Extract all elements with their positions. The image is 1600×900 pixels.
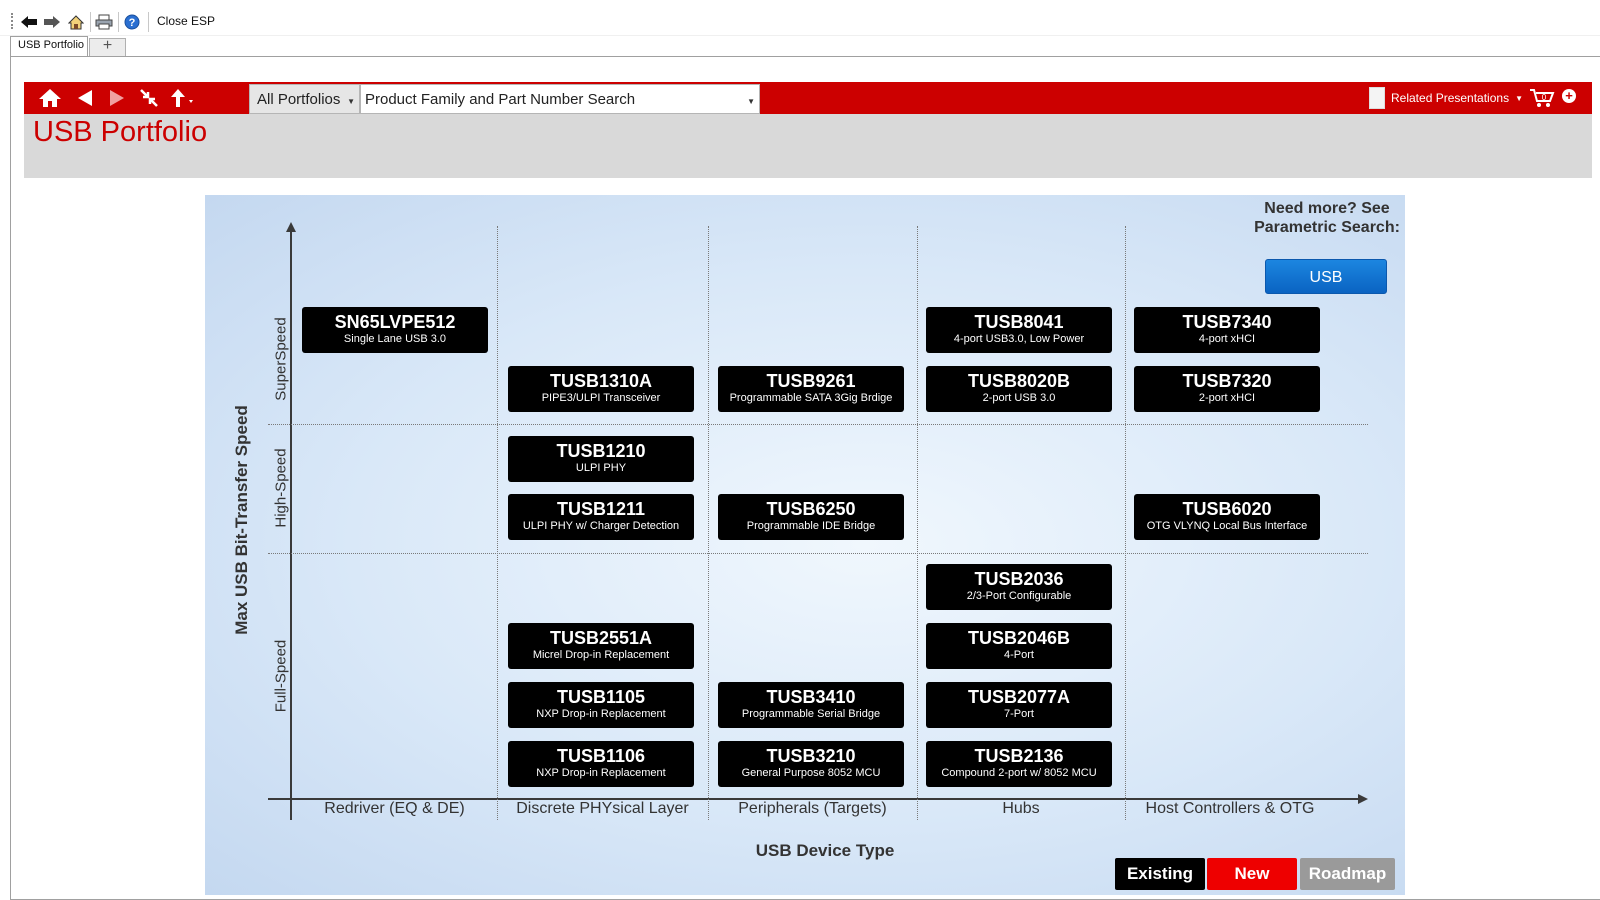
part-tusb2077a[interactable]: TUSB2077A 7-Port	[926, 682, 1112, 728]
related-presentations-menu[interactable]: Related Presentations ▼	[1369, 86, 1523, 110]
x-axis-arrow	[1358, 794, 1368, 804]
part-tusb3410[interactable]: TUSB3410 Programmable Serial Bridge	[718, 682, 904, 728]
row-divider	[268, 424, 1368, 425]
toolbar-grip	[11, 13, 13, 29]
column-divider	[1125, 226, 1126, 820]
toolbar-separator	[90, 12, 91, 32]
page-title: USB Portfolio	[33, 116, 208, 148]
cart-count: 0	[1542, 93, 1547, 102]
new-tab-button[interactable]: +	[89, 38, 126, 56]
part-tusb2136[interactable]: TUSB2136 Compound 2-port w/ 8052 MCU	[926, 741, 1112, 787]
y-axis-arrow	[286, 222, 296, 232]
back-arrow-icon[interactable]	[74, 86, 96, 110]
part-tusb2036[interactable]: TUSB2036 2/3-Port Configurable	[926, 564, 1112, 610]
help-icon[interactable]: ?	[122, 12, 142, 32]
column-label-phy: Discrete PHYsical Layer	[516, 800, 689, 817]
top-toolbar: ? Close ESP	[0, 0, 1600, 36]
chevron-down-icon: ▼	[347, 97, 355, 106]
column-divider	[497, 226, 498, 820]
x-axis-title: USB Device Type	[755, 841, 895, 860]
part-tusb1310a[interactable]: TUSB1310A PIPE3/ULPI Transceiver	[508, 366, 694, 412]
part-tusb8041[interactable]: TUSB8041 4-port USB3.0, Low Power	[926, 307, 1112, 353]
column-label-peripherals: Peripherals (Targets)	[738, 800, 887, 817]
part-tusb2551a[interactable]: TUSB2551A Micrel Drop-in Replacement	[508, 623, 694, 669]
portfolio-select-value: All Portfolios	[257, 91, 341, 108]
home-icon[interactable]	[66, 12, 86, 32]
toolbar-separator	[148, 12, 149, 32]
part-tusb9261[interactable]: TUSB9261 Programmable SATA 3Gig Brdige	[718, 366, 904, 412]
column-label-host-controllers: Host Controllers & OTG	[1145, 800, 1315, 817]
column-label-redriver: Redriver (EQ & DE)	[324, 800, 465, 817]
part-search-value: Product Family and Part Number Search	[365, 91, 636, 108]
portfolio-select[interactable]: All Portfolios ▼	[249, 84, 360, 114]
title-band: USB Portfolio	[24, 114, 1592, 178]
forward-arrow-icon[interactable]	[106, 86, 128, 110]
chevron-down-icon[interactable]: ▼	[747, 97, 755, 106]
toolbar-separator	[118, 12, 119, 32]
part-tusb6020[interactable]: TUSB6020 OTG VLYNQ Local Bus Interface	[1134, 494, 1320, 540]
cart-icon[interactable]: 0	[1529, 88, 1555, 114]
part-tusb1105[interactable]: TUSB1105 NXP Drop-in Replacement	[508, 682, 694, 728]
part-tusb2046b[interactable]: TUSB2046B 4-Port	[926, 623, 1112, 669]
part-sn65lvpe512[interactable]: SN65LVPE512 Single Lane USB 3.0	[302, 307, 488, 353]
part-search-input[interactable]: Product Family and Part Number Search ▼	[360, 84, 760, 114]
column-divider	[708, 226, 709, 820]
part-tusb8020b[interactable]: TUSB8020B 2-port USB 3.0	[926, 366, 1112, 412]
legend-roadmap: Roadmap	[1300, 858, 1395, 890]
tab-usb-portfolio[interactable]: USB Portfolio	[10, 36, 88, 57]
legend-new: New	[1207, 858, 1297, 890]
part-tusb7340[interactable]: TUSB7340 4-port xHCI	[1134, 307, 1320, 353]
part-tusb1210[interactable]: TUSB1210 ULPI PHY	[508, 436, 694, 482]
legend-existing: Existing	[1115, 858, 1205, 890]
part-tusb7320[interactable]: TUSB7320 2-port xHCI	[1134, 366, 1320, 412]
chevron-down-icon: ▼	[1515, 93, 1523, 103]
part-tusb1211[interactable]: TUSB1211 ULPI PHY w/ Charger Detection	[508, 494, 694, 540]
nav-bar: All Portfolios ▼ Product Family and Part…	[24, 82, 1592, 114]
close-esp-button[interactable]: Close ESP	[157, 14, 215, 28]
add-icon[interactable]: +	[1562, 89, 1576, 103]
related-presentations-label: Related Presentations	[1391, 91, 1510, 105]
column-label-hubs: Hubs	[1002, 800, 1040, 817]
column-divider	[917, 226, 918, 820]
parametric-search-prompt: Need more? See Parametric Search:	[1254, 200, 1400, 236]
part-tusb3210[interactable]: TUSB3210 General Purpose 8052 MCU	[718, 741, 904, 787]
back-arrow-icon[interactable]	[19, 12, 39, 32]
y-axis	[290, 226, 292, 820]
usb-parametric-button[interactable]: USB	[1265, 259, 1387, 294]
row-divider	[268, 553, 1368, 554]
part-tusb6250[interactable]: TUSB6250 Programmable IDE Bridge	[718, 494, 904, 540]
up-arrow-icon[interactable]	[168, 86, 196, 110]
home-icon[interactable]	[36, 86, 64, 110]
collapse-icon[interactable]	[137, 86, 161, 110]
print-icon[interactable]	[94, 12, 114, 32]
forward-arrow-icon[interactable]	[42, 12, 62, 32]
portfolio-chart-panel	[205, 195, 1405, 895]
part-tusb1106[interactable]: TUSB1106 NXP Drop-in Replacement	[508, 741, 694, 787]
tab-strip: USB Portfolio +	[0, 36, 1600, 57]
document-icon	[1369, 87, 1385, 109]
svg-text:?: ?	[129, 17, 136, 29]
